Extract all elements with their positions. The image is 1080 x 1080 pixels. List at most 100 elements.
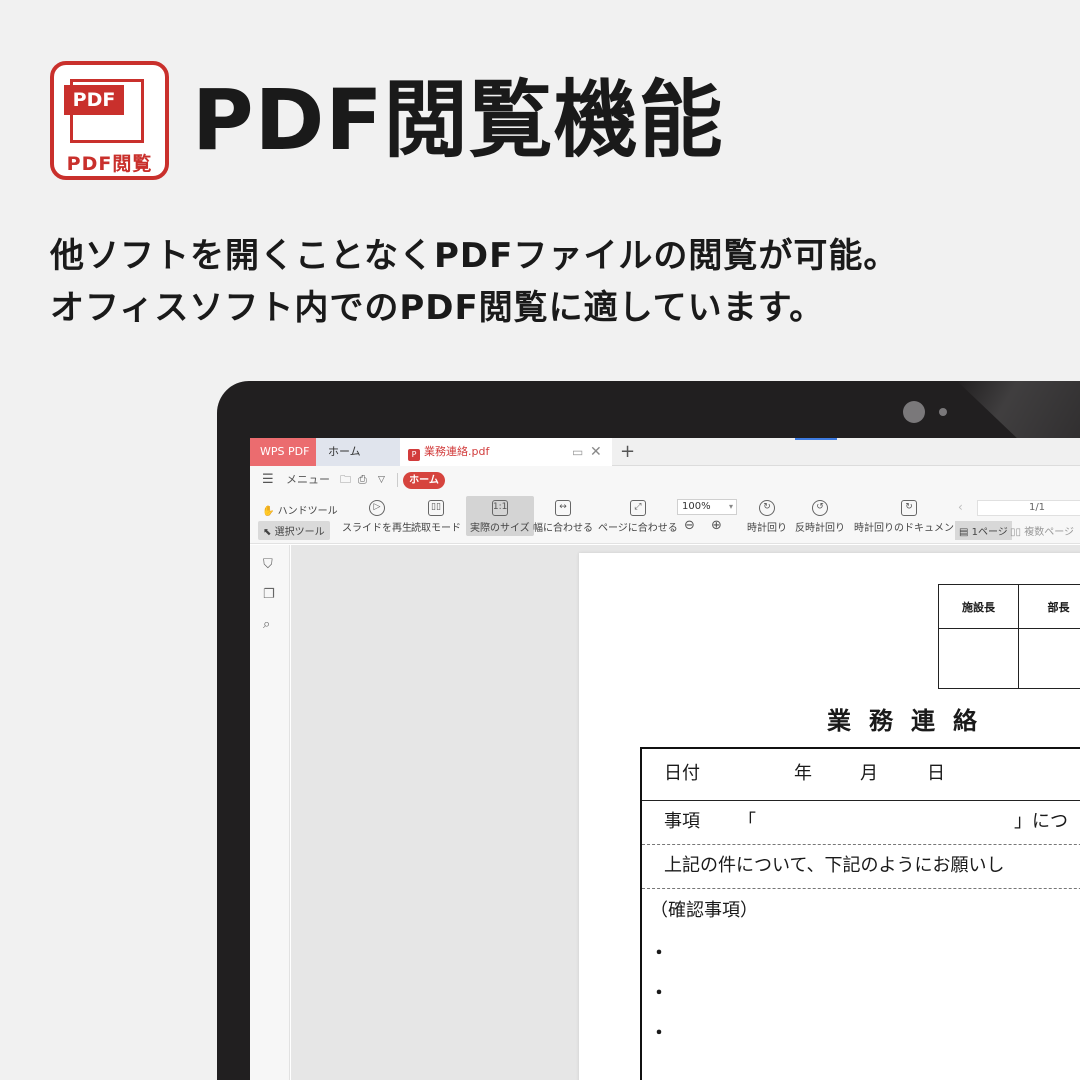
- rotate-document-label: 時計回りのドキュメント: [854, 523, 964, 534]
- tab-document-label: 業務連絡.pdf: [424, 445, 490, 458]
- fit-width-button[interactable]: ↔ 幅に合わせる: [533, 500, 593, 534]
- lead-text-line-2: オフィスソフト内でのPDF閲覧に適しています。: [50, 288, 825, 328]
- bookmark-icon[interactable]: ⛉: [263, 557, 273, 572]
- rotate-counterclockwise-label: 反時計回り: [795, 523, 845, 534]
- menu-button[interactable]: メニュー: [286, 466, 330, 494]
- zoom-out-icon[interactable]: ⊖: [684, 518, 695, 533]
- read-mode-button[interactable]: ▯▯ 読取モード: [411, 500, 461, 534]
- open-folder-icon[interactable]: 🗀: [340, 466, 351, 494]
- quote-close: 」につ: [1014, 811, 1068, 832]
- rotate-clockwise-button[interactable]: ↻ 時計回り: [747, 500, 787, 534]
- multi-page-icon: ▯▯: [1010, 527, 1022, 538]
- bullet-item: ・: [650, 1023, 668, 1044]
- previous-page-icon[interactable]: ‹: [958, 500, 963, 514]
- hand-tool-button[interactable]: ✋ ハンドツール: [262, 502, 338, 517]
- book-icon: ▯▯: [428, 500, 444, 516]
- page-icon: ▤: [959, 527, 969, 538]
- dropdown-caret-icon: ▾: [728, 502, 733, 511]
- logo-caption: PDF閲覧: [66, 153, 153, 175]
- approval-table: 施設長 部長: [938, 584, 1080, 689]
- bezel-reflection: [957, 381, 1080, 441]
- page-number-input[interactable]: 1/1: [977, 500, 1080, 516]
- multi-page-button[interactable]: ▯▯ 複数ページ: [1010, 523, 1074, 538]
- quote-open: 「: [738, 811, 756, 832]
- approval-header-facility-director: 施設長: [938, 584, 1019, 629]
- new-tab-button[interactable]: +: [620, 438, 635, 466]
- single-page-label: 1ページ: [971, 527, 1008, 538]
- webcam-icon: [903, 401, 925, 423]
- attachment-icon[interactable]: ⌕: [263, 617, 270, 632]
- cursor-icon: ⬉: [263, 527, 272, 538]
- date-label: 日付: [664, 763, 700, 784]
- subject-label: 事項: [664, 811, 700, 832]
- slideshow-label: スライドを再生: [342, 523, 412, 534]
- print-icon[interactable]: ⎙: [358, 466, 367, 494]
- bullet-item: ・: [650, 983, 668, 1004]
- year-label: 年: [794, 763, 812, 784]
- month-label: 月: [860, 763, 878, 784]
- menu-bar: ☰ メニュー 🗀 ⎙ ▽ ホーム: [250, 466, 1080, 494]
- date-row: 日付 年 月 日: [642, 749, 1080, 801]
- toolbar: ✋ ハンドツール ⬉ 選択ツール ▷ スライドを再生 ▯▯ 読取モード 1:1 …: [250, 494, 1080, 544]
- request-row: 上記の件について、下記のようにお願いし: [642, 845, 1080, 889]
- rotate-counterclockwise-button[interactable]: ↺ 反時計回り: [795, 500, 845, 534]
- zoom-in-icon[interactable]: ⊕: [711, 518, 722, 533]
- pdf-page[interactable]: 施設長 部長 業務連絡 日付 年 月 日 事項 「 」につ 上記の件について、下…: [579, 553, 1080, 1080]
- bullet-item: ・: [650, 943, 668, 964]
- subject-row: 事項 「 」につ: [642, 801, 1080, 845]
- read-mode-label: 読取モード: [411, 523, 461, 534]
- page-title: PDF閲覧機能: [192, 71, 724, 169]
- laptop-bezel: WPS PDF ホーム P 業務連絡.pdf ▭ ✕ + ☰ メニュー 🗀 ⎙ ▽…: [217, 381, 1080, 1080]
- chevron-down-icon[interactable]: ▽: [378, 466, 385, 494]
- thumbnails-icon[interactable]: ❐: [263, 587, 275, 602]
- document-canvas[interactable]: 施設長 部長 業務連絡 日付 年 月 日 事項 「 」につ 上記の件について、下…: [291, 545, 1080, 1080]
- actual-size-label: 実際のサイズ: [470, 523, 530, 534]
- single-page-button[interactable]: ▤ 1ページ: [955, 521, 1012, 540]
- pdf-file-icon: P: [408, 449, 420, 461]
- fit-width-label: 幅に合わせる: [533, 523, 593, 534]
- play-icon: ▷: [369, 500, 385, 516]
- tab-document[interactable]: P 業務連絡.pdf ▭ ✕: [400, 438, 612, 466]
- approval-stamp-cell: [1018, 628, 1080, 689]
- actual-size-icon: 1:1: [491, 500, 508, 516]
- lead-text-line-1: 他ソフトを開くことなくPDFファイルの閲覧が可能。: [50, 236, 899, 276]
- confirm-heading: （確認事項）: [650, 900, 758, 921]
- select-tool-button[interactable]: ⬉ 選択ツール: [258, 521, 330, 540]
- fit-page-button[interactable]: ⤢ ページに合わせる: [598, 500, 678, 534]
- pdf-viewer-logo: PDF PDF閲覧: [50, 61, 169, 180]
- business-notice-form: 日付 年 月 日 事項 「 」につ 上記の件について、下記のようにお願いし （確…: [640, 747, 1080, 1080]
- rotate-clockwise-label: 時計回り: [747, 523, 787, 534]
- multi-page-label: 複数ページ: [1024, 527, 1075, 538]
- side-panel-rail: ⛉ ❐ ⌕: [250, 545, 290, 1080]
- tab-app-name[interactable]: WPS PDF: [250, 438, 316, 466]
- approval-stamp-cell: [938, 628, 1019, 689]
- zoom-value: 100%: [682, 501, 711, 512]
- rotate-document-button[interactable]: ↻ 時計回りのドキュメント: [854, 500, 964, 534]
- hamburger-icon[interactable]: ☰: [262, 466, 274, 494]
- actual-size-button[interactable]: 1:1 実際のサイズ: [466, 496, 534, 536]
- slideshow-button[interactable]: ▷ スライドを再生: [342, 500, 412, 534]
- app-window: WPS PDF ホーム P 業務連絡.pdf ▭ ✕ + ☰ メニュー 🗀 ⎙ ▽…: [250, 438, 1080, 1080]
- rotate-document-icon: ↻: [901, 500, 917, 516]
- hand-icon: ✋: [262, 506, 275, 517]
- menu-divider: [397, 473, 398, 487]
- document-title: 業務連絡: [827, 707, 995, 735]
- confirm-heading-row: （確認事項）: [642, 889, 1080, 933]
- rotate-clockwise-icon: ↻: [759, 500, 775, 516]
- zoom-select[interactable]: 100% ▾: [677, 499, 737, 515]
- request-text: 上記の件について、下記のようにお願いし: [664, 855, 1005, 876]
- close-icon[interactable]: ✕: [590, 438, 602, 466]
- fit-page-label: ページに合わせる: [598, 523, 678, 534]
- rotate-counterclockwise-icon: ↺: [812, 500, 828, 516]
- tab-bar: WPS PDF ホーム P 業務連絡.pdf ▭ ✕ +: [250, 438, 1080, 466]
- fit-width-icon: ↔: [555, 500, 571, 516]
- tab-accent-line: [795, 438, 837, 440]
- day-label: 日: [927, 763, 945, 784]
- sensor-dot: [939, 408, 947, 416]
- monitor-icon[interactable]: ▭: [572, 438, 583, 466]
- home-ribbon-tab[interactable]: ホーム: [403, 472, 445, 489]
- approval-header-department-head: 部長: [1018, 584, 1080, 629]
- logo-badge: PDF: [64, 85, 124, 115]
- hand-tool-label: ハンドツール: [277, 506, 338, 517]
- tab-home[interactable]: ホーム: [316, 438, 400, 466]
